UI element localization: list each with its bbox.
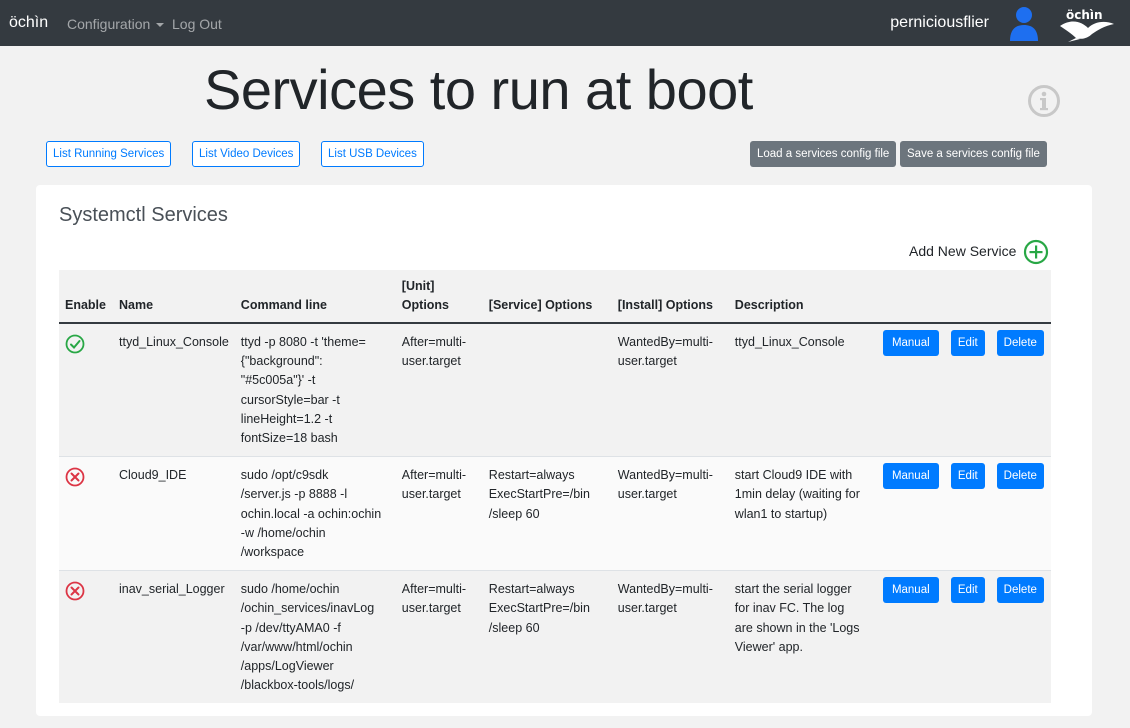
table-row: Cloud9_IDE sudo /opt/c9sdk/server.js -p 8… — [59, 456, 1051, 571]
enable-cell — [59, 323, 113, 457]
list-running-services-button[interactable]: List Running Services — [46, 141, 172, 167]
svg-text:öchìn: öchìn — [1066, 8, 1103, 22]
column-header-unit: [Unit] Options — [395, 270, 483, 324]
load-config-button[interactable]: Load a services config file — [750, 141, 897, 167]
list-video-devices-button[interactable]: List Video Devices — [192, 141, 301, 167]
install-options-cell: WantedBy=multi-user.target — [611, 456, 729, 571]
service-options-cell: Restart=always ExecStartPre=/bin/sleep 60 — [482, 570, 612, 704]
services-card: Systemctl Services Add New Service Enabl… — [36, 185, 1092, 716]
column-header-unit-line2: Options — [401, 298, 450, 312]
service-options-cell — [483, 323, 612, 457]
delete-button[interactable]: Delete — [996, 577, 1044, 604]
column-header-unit-line1: [Unit] — [401, 279, 435, 293]
brand-link[interactable]: öchìn — [9, 14, 48, 32]
configuration-label: Configuration — [67, 16, 151, 32]
column-header-description: Description — [728, 270, 877, 324]
navbar: öchìn Configuration Log Out perniciousfl… — [0, 0, 1130, 46]
command-line-cell: ttyd -p 8080 -t 'theme= {"background": "#5… — [240, 335, 366, 446]
info-circle-icon[interactable] — [1027, 84, 1061, 118]
actions-cell: Manual Edit Delete — [876, 456, 1051, 571]
column-header-actions — [876, 270, 1051, 324]
table-row: inav_serial_Logger sudo /home/ochin/ochin… — [59, 570, 1051, 704]
unit-options-cell: After=multi-user.target — [401, 335, 467, 369]
logout-link[interactable]: Log Out — [172, 16, 222, 32]
column-header-enable: Enable — [59, 270, 113, 324]
service-name: inav_serial_Logger — [113, 570, 235, 704]
table-header-row: Enable Name Command line [Unit] Options [… — [59, 270, 1051, 324]
description-cell: start Cloud9 IDE with 1min delay (waiting… — [728, 456, 877, 571]
caret-down-icon — [156, 23, 165, 27]
user-icon[interactable] — [1008, 5, 1040, 41]
description-cell: ttyd_Linux_Console — [734, 335, 845, 349]
edit-button[interactable]: Edit — [950, 463, 985, 490]
column-header-name: Name — [113, 270, 235, 324]
check-circle-icon[interactable] — [65, 334, 85, 354]
x-circle-icon[interactable] — [65, 467, 85, 487]
save-config-button[interactable]: Save a services config file — [900, 141, 1047, 167]
column-header-service: [Service] Options — [482, 270, 612, 324]
page-title: Services to run at boot — [204, 58, 753, 121]
list-usb-devices-button[interactable]: List USB Devices — [321, 141, 424, 167]
column-header-command: Command line — [234, 270, 396, 324]
unit-options-cell: After=multi-user.target — [395, 570, 483, 704]
enable-cell — [59, 570, 113, 704]
enable-cell — [59, 456, 113, 571]
x-circle-icon[interactable] — [65, 581, 85, 601]
manual-button[interactable]: Manual — [882, 330, 939, 356]
manual-button[interactable]: Manual — [882, 463, 939, 490]
delete-button[interactable]: Delete — [996, 463, 1044, 490]
command-line-cell: sudo /opt/c9sdk/server.js -p 8888 -l ochi… — [234, 456, 396, 571]
column-header-install: [Install] Options — [611, 270, 729, 324]
add-service-label: Add New Service — [909, 243, 1017, 259]
actions-cell: Manual Edit Delete — [877, 323, 1051, 457]
unit-options-cell: After=multi-user.target — [395, 456, 483, 571]
delete-button[interactable]: Delete — [996, 330, 1044, 356]
manual-button[interactable]: Manual — [882, 577, 939, 604]
description-cell: start the serial logger for inav FC. The … — [728, 570, 877, 704]
plus-circle-icon[interactable] — [1023, 239, 1049, 265]
username: perniciousflier — [890, 14, 989, 31]
edit-button[interactable]: Edit — [950, 330, 985, 356]
services-table: Enable Name Command line [Unit] Options [… — [59, 270, 1051, 704]
service-name: Cloud9_IDE — [113, 456, 235, 571]
command-line-cell: sudo /home/ochin/ochin_services/inavLog -… — [234, 570, 396, 704]
configuration-dropdown[interactable]: Configuration — [67, 16, 165, 32]
card-title: Systemctl Services — [59, 204, 228, 226]
actions-cell: Manual Edit Delete — [876, 570, 1051, 704]
ochin-bird-logo-icon: öchìn — [1060, 8, 1114, 42]
table-row: ttyd_Linux_Console ttyd -p 8080 -t 'theme… — [59, 323, 1051, 457]
install-options-cell: WantedBy=multi-user.target — [617, 335, 713, 369]
edit-button[interactable]: Edit — [950, 577, 985, 604]
service-options-cell: Restart=always ExecStartPre=/bin/sleep 60 — [482, 456, 612, 571]
install-options-cell: WantedBy=multi-user.target — [611, 570, 729, 704]
service-name: ttyd_Linux_Console — [119, 335, 229, 349]
